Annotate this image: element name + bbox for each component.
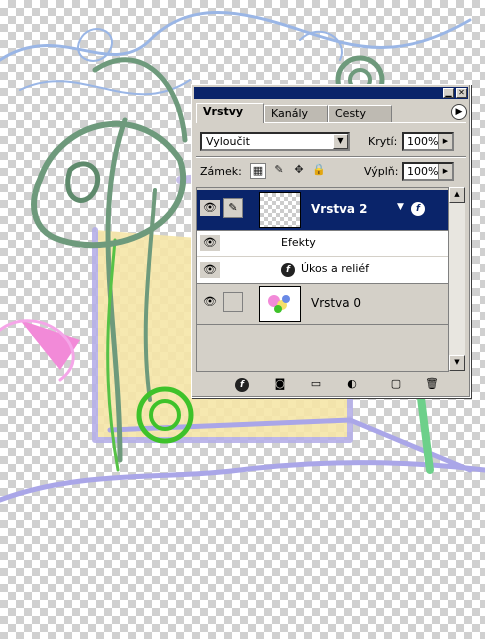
tab-channels[interactable]: Kanály [264,105,328,122]
layer-thumbnail [259,286,301,322]
add-mask-button[interactable]: ◙ [270,376,290,392]
new-group-button[interactable]: ▭ [306,376,326,392]
effects-label: Efekty [281,236,316,249]
add-layer-style-button[interactable]: f [232,376,252,392]
palette-menu-arrow-icon[interactable]: ▶ [451,104,467,120]
layers-panel-body: Vyloučit ▼ Krytí: 100% ▶ Zámek: ▦ ✎ ✥ 🔒 … [196,122,466,393]
trash-icon: 🗑 [425,377,439,390]
fill-slider-arrow-icon[interactable]: ▶ [438,164,452,179]
layer-style-icon: f [235,378,249,392]
layers-bottom-toolbar: f ◙ ▭ ◐ ▢ 🗑 [196,374,466,394]
eye-icon[interactable]: 👁 [200,262,220,278]
eye-icon[interactable]: 👁 [200,294,220,310]
divider [196,156,466,158]
layers-palette: ▁ ✕ Vrstvy Kanály Cesty ▶ Vyloučit ▼ Kry… [191,84,471,398]
mask-icon: ◙ [274,377,286,390]
brush-icon[interactable]: ✎ [223,198,243,218]
layer-row-vrstva-2[interactable]: 👁 ✎ Vrstva 2 ▼ f [197,190,449,231]
effects-row[interactable]: 👁 Efekty [197,231,449,257]
thumbnail-art-icon [268,295,290,313]
new-adjustment-layer-button[interactable]: ◐ [342,376,362,392]
close-icon[interactable]: ✕ [456,88,467,98]
lock-all-icon[interactable]: 🔒 [312,163,326,177]
new-layer-button[interactable]: ▢ [386,376,406,392]
layer-thumbnail [259,192,301,228]
layers-list: 👁 ✎ Vrstva 2 ▼ f 👁 Efekty 👁 f Úkos a rel… [196,187,449,372]
layer-style-icon: f [281,263,295,277]
opacity-label: Krytí: [368,135,398,148]
blend-mode-select[interactable]: Vyloučit ▼ [200,132,350,151]
opacity-value: 100% [407,135,439,148]
tab-layers[interactable]: Vrstvy [196,103,264,123]
lock-label: Zámek: [200,165,242,178]
eye-icon[interactable]: 👁 [200,200,220,216]
fill-value: 100% [407,165,439,178]
palette-tabs: Vrstvy Kanály Cesty ▶ [196,103,467,123]
tab-paths[interactable]: Cesty [328,105,392,122]
fill-label: Výplň: [364,165,399,178]
new-layer-icon: ▢ [390,377,402,390]
scroll-down-icon[interactable]: ▼ [449,355,465,371]
opacity-slider-arrow-icon[interactable]: ▶ [438,134,452,149]
blend-mode-value: Vyloučit [206,135,250,148]
layer-link-box[interactable] [223,292,243,312]
lock-transparency-icon[interactable]: ▦ [250,163,266,179]
layer-name[interactable]: Vrstva 2 [311,202,368,216]
layers-scrollbar[interactable]: ▲ ▼ [448,187,465,371]
adjustment-layer-icon: ◐ [347,377,357,390]
effect-row-bevel[interactable]: 👁 f Úkos a reliéf [197,257,449,284]
palette-titlebar[interactable]: ▁ ✕ [194,87,468,99]
minimize-icon[interactable]: ▁ [443,88,454,98]
chevron-down-icon[interactable]: ▼ [333,134,348,149]
opacity-field[interactable]: 100% ▶ [402,132,454,151]
layer-name[interactable]: Vrstva 0 [311,296,361,310]
lock-position-icon[interactable]: ✥ [292,163,306,177]
lock-image-icon[interactable]: ✎ [272,163,286,177]
fill-field[interactable]: 100% ▶ [402,162,454,181]
expand-effects-icon[interactable]: ▼ [397,202,404,212]
eye-icon[interactable]: 👁 [200,235,220,251]
layer-row-vrstva-0[interactable]: 👁 Vrstva 0 [197,284,449,325]
delete-layer-button[interactable]: 🗑 [422,376,442,392]
folder-icon: ▭ [310,377,322,390]
effect-label: Úkos a reliéf [301,262,370,275]
scroll-up-icon[interactable]: ▲ [449,187,465,203]
layer-style-icon[interactable]: f [411,202,425,216]
